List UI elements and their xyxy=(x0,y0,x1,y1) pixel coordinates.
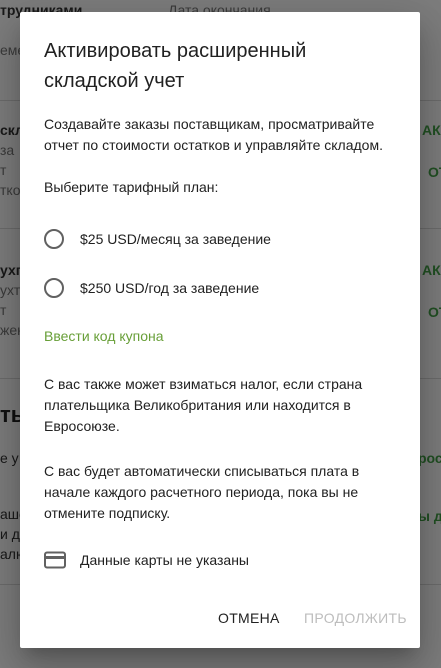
radio-button-monthly[interactable] xyxy=(44,229,64,249)
radio-button-yearly[interactable] xyxy=(44,278,64,298)
tax-note: С вас также может взиматься налог, если … xyxy=(44,376,363,434)
credit-card-icon xyxy=(44,548,68,572)
plan-option-monthly[interactable]: $25 USD/месяц за заведение xyxy=(44,227,271,251)
plan-option-yearly[interactable]: $250 USD/год за заведение xyxy=(44,276,259,300)
dialog-description: Создавайте заказы поставщикам, просматри… xyxy=(44,116,383,153)
plan-option-label: $25 USD/месяц за заведение xyxy=(80,231,271,247)
cancel-button[interactable]: ОТМЕНА xyxy=(218,610,280,626)
card-info-row: Данные карты не указаны xyxy=(44,549,249,571)
card-info-label: Данные карты не указаны xyxy=(80,552,249,568)
activate-inventory-dialog: Активировать расширенный складской учет … xyxy=(20,12,420,648)
continue-button[interactable]: ПРОДОЛЖИТЬ xyxy=(304,610,407,626)
plan-label: Выберите тарифный план: xyxy=(44,179,219,195)
plan-option-label: $250 USD/год за заведение xyxy=(80,280,260,296)
dialog-title: Активировать расширенный складской учет xyxy=(44,40,307,92)
billing-note: С вас будет автоматически списываться пл… xyxy=(44,463,360,521)
enter-coupon-link[interactable]: Ввести код купона xyxy=(44,328,164,344)
